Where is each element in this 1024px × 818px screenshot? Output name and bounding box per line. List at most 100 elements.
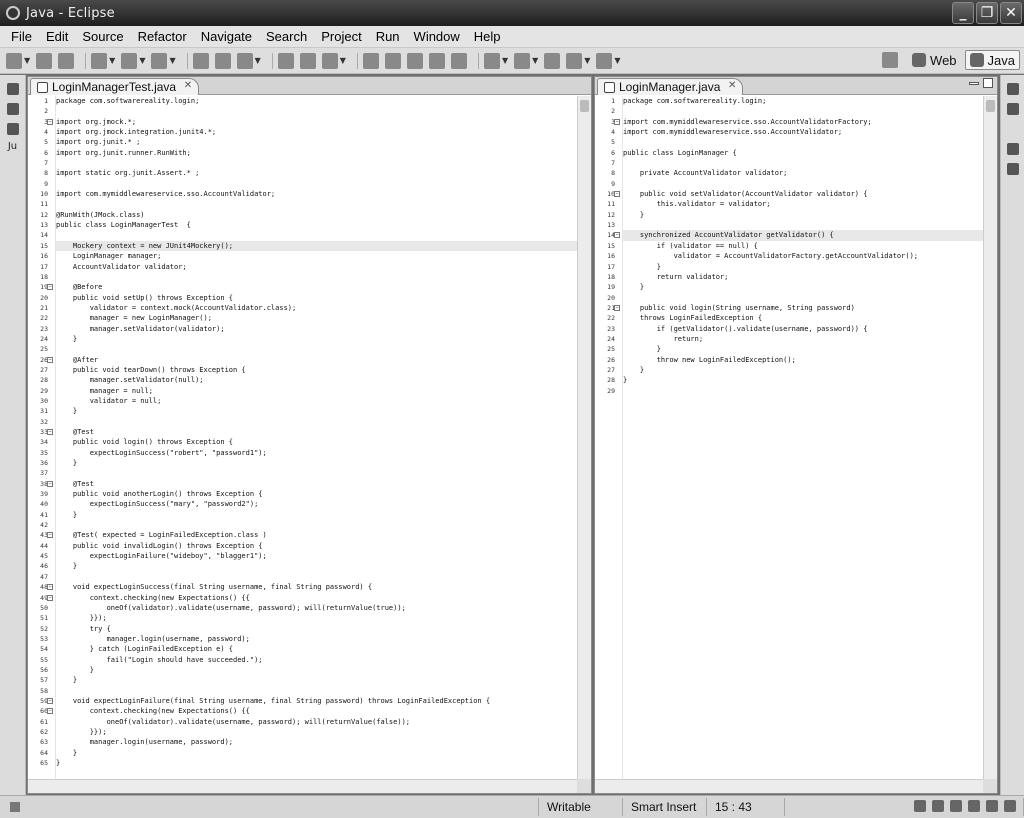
menu-edit[interactable]: Edit bbox=[39, 29, 75, 44]
code-line[interactable]: 12 } bbox=[607, 210, 983, 220]
search-dropdown-icon[interactable]: ▼ bbox=[340, 56, 346, 65]
code-line[interactable]: 63 manager.login(username, password); bbox=[40, 737, 577, 747]
code-line[interactable]: 40 expectLoginSuccess("mary", "password2… bbox=[40, 499, 577, 509]
code-line[interactable]: 13 bbox=[607, 220, 983, 230]
code-line[interactable]: 7 bbox=[611, 158, 983, 168]
fold-toggle-icon[interactable]: − bbox=[47, 584, 53, 591]
code-line[interactable]: 38− @Test bbox=[40, 479, 577, 489]
fold-toggle-icon[interactable]: − bbox=[47, 429, 53, 435]
code-line[interactable]: 34 public void login() throws Exception … bbox=[40, 437, 577, 447]
code-line[interactable]: 20 public void setUp() throws Exception … bbox=[40, 293, 577, 303]
code-line[interactable]: 31 } bbox=[40, 406, 577, 416]
code-line[interactable]: 25 } bbox=[607, 344, 983, 354]
code-line[interactable]: 8 private AccountValidator validator; bbox=[611, 168, 983, 178]
perspective-java[interactable]: Java bbox=[964, 50, 1020, 70]
code-line[interactable]: 64 } bbox=[40, 748, 577, 758]
code-line[interactable]: 50 oneOf(validator).validate(username, p… bbox=[40, 603, 577, 613]
code-line[interactable]: 15 if (validator == null) { bbox=[607, 241, 983, 251]
previous-annotation-icon[interactable] bbox=[514, 52, 531, 69]
code-line[interactable]: 23 if (getValidator().validate(username,… bbox=[607, 324, 983, 334]
code-line[interactable]: 33− @Test bbox=[40, 427, 577, 437]
new-class-icon[interactable] bbox=[236, 52, 253, 69]
print-icon[interactable] bbox=[58, 52, 75, 69]
code-line[interactable]: 3− import com.mymiddlewareservice.sso.Acc… bbox=[611, 117, 983, 127]
restore-view-icon[interactable] bbox=[6, 83, 19, 95]
code-line[interactable]: 11 this.validator = validator; bbox=[607, 199, 983, 209]
code-line[interactable]: 18 bbox=[40, 272, 577, 282]
code-line[interactable]: 4 import com.mymiddlewareservice.sso.Acco… bbox=[611, 127, 983, 137]
code-line[interactable]: 62 }}); bbox=[40, 727, 577, 737]
code-line[interactable]: 39 public void anotherLogin() throws Exc… bbox=[40, 489, 577, 499]
problems-icon[interactable] bbox=[932, 800, 944, 812]
show-pilcrow-icon[interactable] bbox=[450, 52, 467, 69]
code-line[interactable]: 52 try { bbox=[40, 624, 577, 634]
menu-file[interactable]: File bbox=[4, 29, 39, 44]
fold-toggle-icon[interactable]: − bbox=[614, 304, 620, 311]
code-line[interactable]: 9 bbox=[611, 179, 983, 189]
code-line[interactable]: 22 manager = new LoginManager(); bbox=[40, 313, 577, 323]
code-line[interactable]: 28 manager.setValidator(null); bbox=[40, 375, 577, 385]
vertical-scrollbar[interactable] bbox=[577, 96, 591, 779]
fold-toggle-icon[interactable]: − bbox=[47, 532, 53, 539]
back-dropdown-icon[interactable]: ▼ bbox=[584, 56, 590, 65]
code-line[interactable]: 24 return; bbox=[607, 334, 983, 344]
code-line[interactable]: 12 @RunWith(JMock.class) bbox=[40, 210, 577, 220]
save-icon[interactable] bbox=[36, 52, 53, 69]
close-tab-icon[interactable]: ✕ bbox=[728, 80, 736, 91]
code-line[interactable]: 28} bbox=[607, 375, 983, 385]
progress-icon[interactable] bbox=[1004, 800, 1016, 812]
code-line[interactable]: 27 } bbox=[607, 365, 983, 375]
code-line[interactable]: 6 public class LoginManager { bbox=[611, 148, 983, 158]
new-class-dropdown-icon[interactable]: ▼ bbox=[255, 56, 261, 65]
restore-view-icon[interactable] bbox=[1006, 143, 1019, 155]
code-line[interactable]: 6 import org.junit.runner.RunWith; bbox=[44, 148, 577, 158]
task-list-icon[interactable] bbox=[1006, 103, 1019, 115]
code-line[interactable]: 29 manager = null; bbox=[40, 386, 577, 396]
fold-toggle-icon[interactable]: − bbox=[614, 191, 620, 198]
minimize-pane-icon[interactable] bbox=[969, 82, 979, 85]
close-button[interactable]: ✕ bbox=[1000, 2, 1022, 24]
editor-tab-loginmanager[interactable]: LoginManager.java ✕ bbox=[597, 78, 744, 95]
code-line[interactable]: 65} bbox=[40, 758, 577, 768]
code-line[interactable]: 53 manager.login(username, password); bbox=[40, 634, 577, 644]
code-line[interactable]: 14 bbox=[40, 230, 577, 240]
open-perspective-icon[interactable] bbox=[882, 52, 899, 68]
code-line[interactable]: 42 bbox=[40, 520, 577, 530]
code-line[interactable]: 26 throw new LoginFailedException(); bbox=[607, 355, 983, 365]
code-line[interactable]: 23 manager.setValidator(validator); bbox=[40, 324, 577, 334]
forward-icon[interactable] bbox=[596, 52, 613, 69]
back-icon[interactable] bbox=[566, 52, 583, 69]
fold-toggle-icon[interactable]: − bbox=[47, 480, 53, 487]
menu-source[interactable]: Source bbox=[75, 29, 130, 44]
search-icon[interactable] bbox=[321, 52, 338, 69]
scrollbar-thumb[interactable] bbox=[986, 100, 995, 112]
console-icon[interactable] bbox=[986, 800, 998, 812]
code-line[interactable]: 47 bbox=[40, 572, 577, 582]
hierarchy-icon[interactable] bbox=[6, 123, 19, 135]
declaration-icon[interactable] bbox=[968, 800, 980, 812]
code-line[interactable]: 17 AccountValidator validator; bbox=[40, 262, 577, 272]
run-icon[interactable] bbox=[121, 52, 138, 69]
code-line[interactable]: 15 Mockery context = new JUnit4Mockery()… bbox=[40, 240, 577, 252]
code-line[interactable]: 19− @Before bbox=[40, 282, 577, 292]
horizontal-scrollbar[interactable] bbox=[28, 779, 577, 793]
code-line[interactable]: 17 } bbox=[607, 262, 983, 272]
fold-toggle-icon[interactable]: − bbox=[47, 356, 53, 363]
code-line[interactable]: 43− @Test( expected = LoginFailedExcepti… bbox=[40, 530, 577, 540]
new-java-project-icon[interactable] bbox=[192, 52, 209, 69]
code-line[interactable]: 21− public void login(String username, S… bbox=[607, 303, 983, 313]
new-dropdown-icon[interactable]: ▼ bbox=[24, 56, 30, 65]
code-line[interactable]: 10− public void setValidator(AccountVali… bbox=[607, 189, 983, 199]
code-line[interactable]: 13 public class LoginManagerTest { bbox=[40, 220, 577, 230]
code-line[interactable]: 5 bbox=[611, 137, 983, 147]
code-area[interactable]: 1 package com.softwarereality.login; 2 3− im… bbox=[607, 96, 983, 779]
fold-toggle-icon[interactable]: − bbox=[47, 594, 53, 601]
debug-dropdown-icon[interactable]: ▼ bbox=[109, 56, 115, 65]
run-dropdown-icon[interactable]: ▼ bbox=[139, 56, 145, 65]
fold-toggle-icon[interactable]: − bbox=[614, 118, 620, 125]
mark-occurrences-icon[interactable] bbox=[384, 52, 401, 69]
horizontal-scrollbar[interactable] bbox=[595, 779, 983, 793]
code-line[interactable]: 11 bbox=[40, 199, 577, 209]
code-line[interactable]: 41 } bbox=[40, 510, 577, 520]
outline-icon[interactable] bbox=[1006, 163, 1019, 175]
